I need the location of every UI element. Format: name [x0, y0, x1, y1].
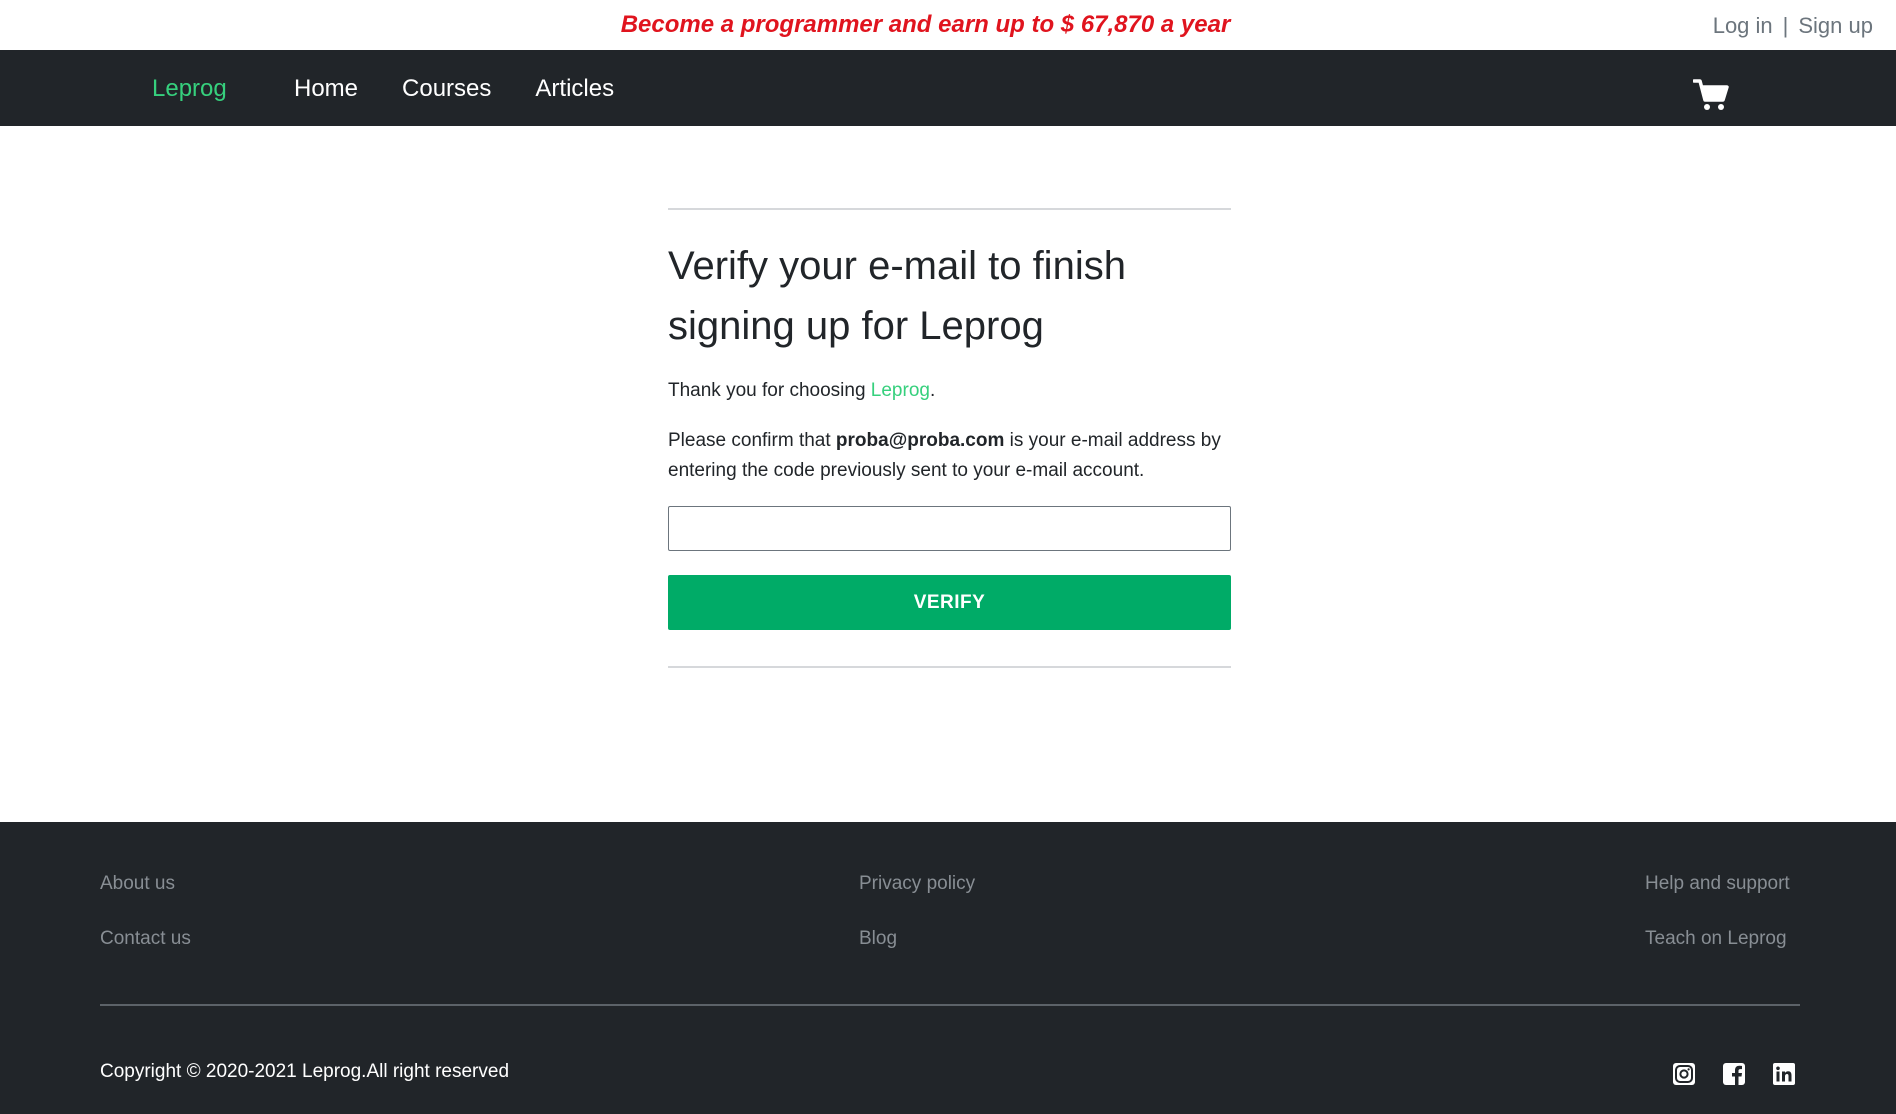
thanks-prefix: Thank you for choosing: [668, 380, 871, 401]
promo-bar: Become a programmer and earn up to $ 67,…: [0, 0, 1896, 50]
footer-column-right: Help and support Teach on Leprog: [1645, 872, 1790, 982]
facebook-icon[interactable]: [1722, 1062, 1746, 1086]
nav-link-courses[interactable]: Courses: [402, 75, 491, 103]
confirm-message: Please confirm that proba@proba.com is y…: [668, 426, 1231, 486]
instagram-icon[interactable]: [1672, 1062, 1696, 1086]
thanks-suffix: .: [929, 380, 936, 401]
footer-link-contact-us[interactable]: Contact us: [100, 927, 191, 951]
nav-links: Home Courses Articles: [294, 75, 614, 103]
leprog-link[interactable]: Leprog: [871, 380, 930, 401]
bottom-divider: [668, 666, 1231, 668]
footer-column-left: About us Contact us: [100, 872, 191, 982]
footer-link-teach-on-leprog[interactable]: Teach on Leprog: [1645, 927, 1790, 951]
footer-link-privacy-policy[interactable]: Privacy policy: [859, 872, 975, 896]
copyright-text: Copyright © 2020-2021 Leprog.All right r…: [100, 1061, 510, 1082]
main-navbar: Leprog Home Courses Articles: [0, 50, 1896, 126]
nav-link-articles[interactable]: Articles: [535, 75, 614, 103]
confirm-prefix: Please confirm that: [668, 430, 836, 451]
shopping-cart-icon[interactable]: [1692, 79, 1729, 111]
verify-button[interactable]: VERIFY: [668, 575, 1231, 630]
top-divider: [668, 208, 1231, 210]
promo-banner-text: Become a programmer and earn up to $ 67,…: [620, 11, 1231, 38]
footer-divider: [100, 1004, 1800, 1006]
page-title: Verify your e-mail to finish signing up …: [668, 244, 1126, 348]
footer-column-middle: Privacy policy Blog: [859, 872, 975, 982]
linkedin-icon[interactable]: [1772, 1062, 1796, 1086]
nav-link-home[interactable]: Home: [294, 75, 358, 103]
footer-link-blog[interactable]: Blog: [859, 927, 975, 951]
social-links: [1672, 1062, 1796, 1086]
site-footer: About us Contact us Privacy policy Blog …: [0, 822, 1896, 1114]
brand-logo[interactable]: Leprog: [152, 75, 227, 103]
verify-email-card: Verify your e-mail to finish signing up …: [668, 208, 1231, 668]
footer-link-help-and-support[interactable]: Help and support: [1645, 872, 1790, 896]
auth-separator: |: [1782, 13, 1789, 38]
verification-code-input[interactable]: [668, 506, 1231, 551]
footer-link-about-us[interactable]: About us: [100, 872, 191, 896]
signup-link[interactable]: Sign up: [1798, 13, 1873, 38]
login-link[interactable]: Log in: [1713, 13, 1773, 38]
auth-links: Log in | Sign up: [1713, 12, 1873, 40]
email-address: proba@proba.com: [835, 430, 1005, 451]
thanks-message: Thank you for choosing Leprog.: [668, 376, 1231, 406]
